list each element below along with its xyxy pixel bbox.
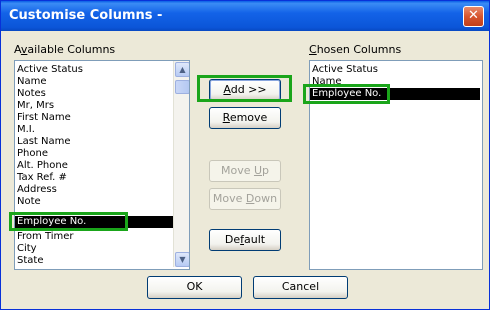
button-text: p xyxy=(262,164,270,177)
list-item[interactable]: First Name xyxy=(17,112,71,124)
list-item[interactable]: Last Name xyxy=(17,136,71,148)
customise-columns-dialog: Customise Columns - ✕ Available Columns … xyxy=(0,0,490,310)
button-text: emove xyxy=(229,111,268,124)
button-text: Move xyxy=(220,164,254,177)
list-item[interactable]: Active Status xyxy=(312,64,378,76)
dialog-title: Customise Columns - xyxy=(9,8,163,23)
close-icon[interactable]: ✕ xyxy=(463,6,484,27)
list-item[interactable]: Phone xyxy=(17,148,48,160)
available-columns-label: Available Columns xyxy=(14,43,115,56)
list-item[interactable]: Tax Ref. # xyxy=(17,172,67,184)
button-mnemonic: U xyxy=(253,164,263,177)
default-button[interactable]: Default xyxy=(209,229,281,251)
ok-button[interactable]: OK xyxy=(147,276,242,299)
list-item[interactable]: State xyxy=(17,255,43,267)
button-text: Move xyxy=(212,192,246,205)
list-item[interactable]: Note xyxy=(17,196,41,208)
available-columns-list[interactable]: Active Status Name Notes Mr, Mrs First N… xyxy=(14,60,190,270)
list-item[interactable]: Name xyxy=(17,76,47,88)
title-bar: Customise Columns - ✕ xyxy=(1,1,489,31)
list-item[interactable]: Alt. Phone xyxy=(17,160,68,172)
label-text: hosen Columns xyxy=(316,43,402,56)
list-item[interactable]: M.I. xyxy=(17,124,35,136)
label-mnemonic: C xyxy=(309,43,317,56)
selection-highlight-box xyxy=(9,212,128,231)
label-text: ailable Columns xyxy=(27,43,116,56)
chosen-columns-label: Chosen Columns xyxy=(309,43,401,56)
list-item[interactable]: Active Status xyxy=(17,64,83,76)
scroll-up-icon[interactable]: ▲ xyxy=(175,62,189,77)
move-up-button[interactable]: Move Up xyxy=(209,160,281,182)
cancel-button[interactable]: Cancel xyxy=(253,276,348,299)
list-item[interactable]: Mr, Mrs xyxy=(17,100,54,112)
scroll-down-icon[interactable]: ▼ xyxy=(175,252,189,267)
remove-button[interactable]: Remove xyxy=(209,107,281,129)
add-highlight-box xyxy=(197,75,292,102)
list-item[interactable]: From Timer xyxy=(17,231,74,243)
list-item[interactable]: Notes xyxy=(17,88,46,100)
move-down-button[interactable]: Move Down xyxy=(209,188,281,210)
button-text: ault xyxy=(244,233,266,246)
button-mnemonic: R xyxy=(222,111,230,124)
scroll-thumb[interactable] xyxy=(175,80,189,94)
button-text: De xyxy=(224,233,241,246)
button-text: own xyxy=(254,192,278,205)
list-item[interactable]: Address xyxy=(17,184,57,196)
chosen-highlight-box xyxy=(303,84,390,104)
vertical-scrollbar[interactable]: ▲ ▼ xyxy=(173,61,189,267)
label-text: A xyxy=(14,43,21,56)
list-item[interactable]: City xyxy=(17,243,37,255)
